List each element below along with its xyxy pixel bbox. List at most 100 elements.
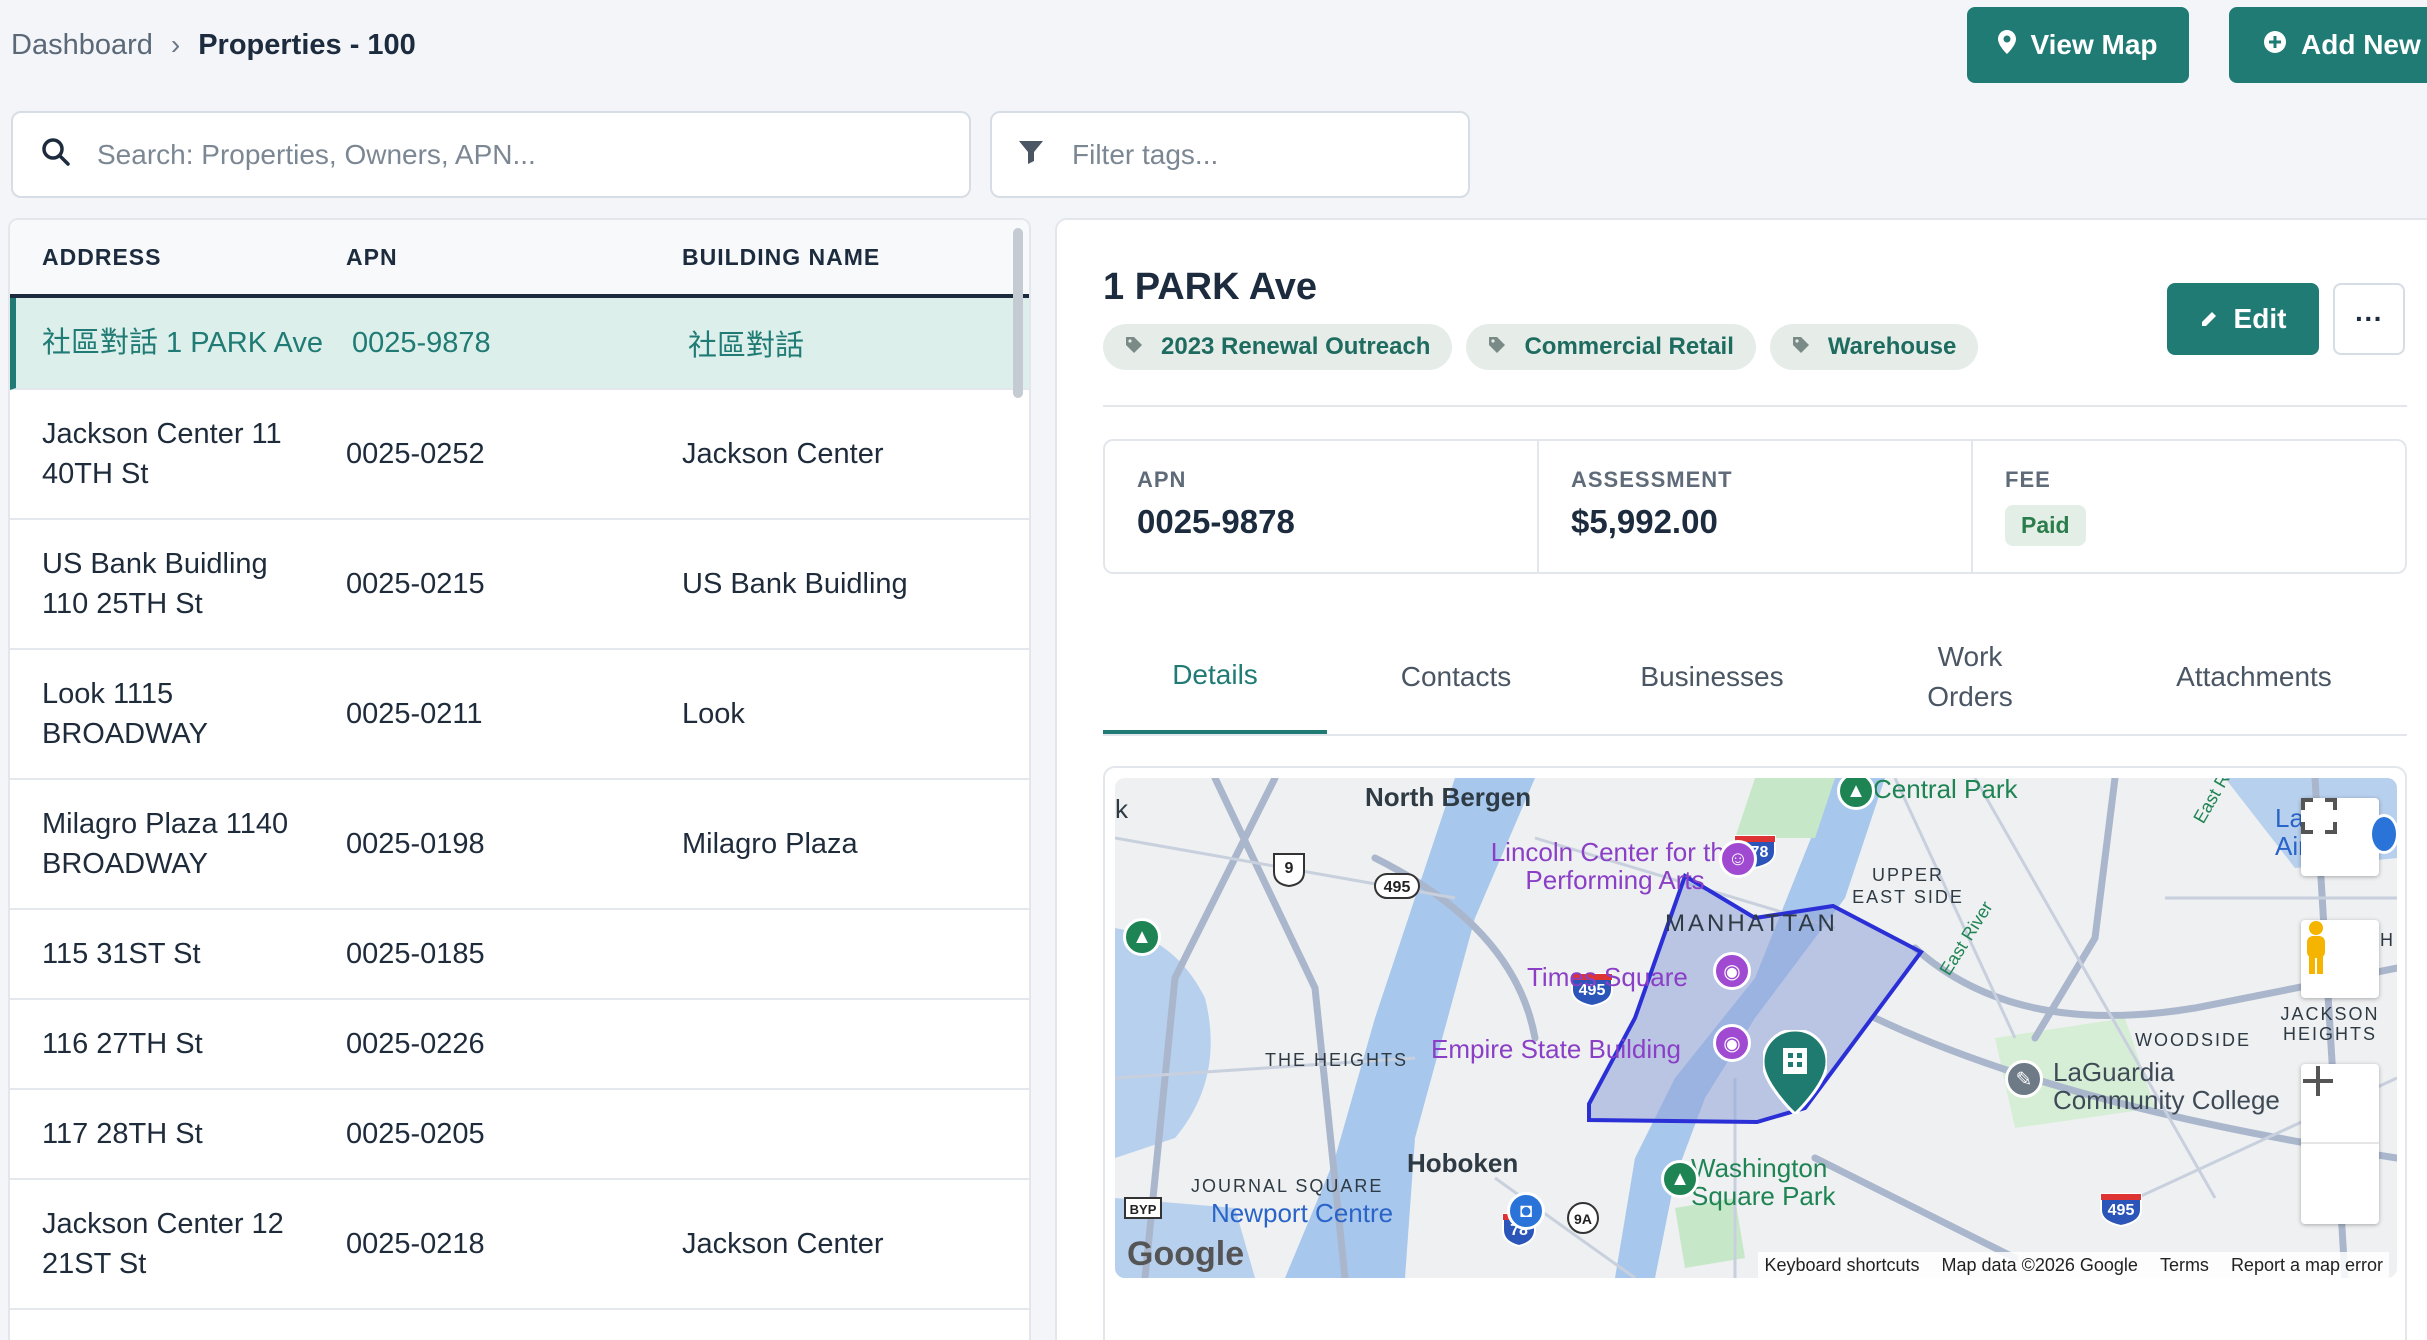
stat-label: APN	[1137, 467, 1187, 492]
tag-chip[interactable]: Commercial Retail	[1466, 324, 1756, 370]
map-label-journal-square: JOURNAL SQUARE	[1191, 1176, 1384, 1196]
shield-label: 495	[2108, 1202, 2135, 1219]
map-label-newport-centre: Newport Centre	[1211, 1198, 1394, 1228]
stat-value: 0025-9878	[1137, 503, 1295, 540]
minus-icon	[2303, 1079, 2333, 1083]
tab-attachments[interactable]: Attachments	[2101, 620, 2407, 734]
cell-address: 115 31ST St	[42, 938, 201, 970]
breadcrumb-dashboard-link[interactable]: Dashboard	[11, 29, 153, 62]
stat-label: ASSESSMENT	[1571, 467, 1733, 492]
add-new-button[interactable]: Add New	[2229, 7, 2427, 83]
keyboard-shortcuts-link[interactable]: Keyboard shortcuts	[1764, 1255, 1919, 1276]
tab-work-orders[interactable]: Work Orders	[1839, 620, 2101, 734]
table-row[interactable]: 115 31ST St 0025-0185	[10, 910, 1029, 1000]
tag-icon	[1488, 333, 1506, 361]
cell-building-name: Look	[682, 697, 745, 730]
stat-label: FEE	[2005, 467, 2051, 492]
map-label-manhattan: MANHATTAN	[1665, 910, 1838, 937]
table-row[interactable]: Look 1115 BROADWAY 0025-0211 Look	[10, 650, 1029, 780]
tab-details[interactable]: Details	[1103, 620, 1327, 734]
divider	[1103, 405, 2407, 407]
cell-address: Jackson Center 11 40TH St	[42, 418, 282, 490]
map-pin-icon	[1998, 29, 2017, 61]
table-scrollbar[interactable]	[1013, 228, 1023, 398]
google-logo: Google	[1127, 1235, 1245, 1273]
table-row[interactable]: Jackson Center 11 40TH St 0025-0252 Jackso…	[10, 390, 1029, 520]
table-header: ADDRESS APN BUILDING NAME	[10, 220, 1029, 298]
breadcrumb-separator: ›	[170, 29, 181, 60]
status-badge: Paid	[2005, 505, 2086, 546]
cell-apn: 0025-0218	[346, 1227, 485, 1260]
detail-tabs: Details Contacts Businesses Work Orders …	[1103, 620, 2407, 736]
camera-marker-icon[interactable]: ◉	[1713, 1024, 1751, 1062]
tag-chip[interactable]: 2023 Renewal Outreach	[1103, 324, 1453, 370]
terms-link[interactable]: Terms	[2160, 1255, 2209, 1276]
column-header-building-name[interactable]: BUILDING NAME	[682, 244, 1029, 271]
property-title: 1 PARK Ave	[1103, 266, 1317, 308]
tag-label: 2023 Renewal Outreach	[1161, 333, 1431, 360]
table-row[interactable]: US Bank Buidling 110 25TH St 0025-0215 US …	[10, 520, 1029, 650]
table-row[interactable]: Jackson Center 12 21ST St 0025-0218 Jackso…	[10, 1180, 1029, 1310]
tab-businesses[interactable]: Businesses	[1585, 620, 1839, 734]
tab-contacts[interactable]: Contacts	[1327, 620, 1585, 734]
street-view-button[interactable]	[2301, 920, 2379, 998]
map-label-the-heights: THE HEIGHTS	[1265, 1050, 1409, 1070]
cell-address: 117 28TH St	[42, 1118, 203, 1150]
cell-apn: 0025-9878	[352, 326, 491, 359]
filter-icon	[1018, 139, 1044, 170]
properties-table: ADDRESS APN BUILDING NAME 社區對話 1 PARK Av…	[8, 218, 1031, 1340]
airport-marker-icon[interactable]	[2369, 814, 2397, 854]
fullscreen-button[interactable]	[2301, 798, 2379, 876]
filter-tags-input[interactable]	[1072, 138, 1452, 171]
search-box	[11, 111, 971, 198]
table-row[interactable]: 116 27TH St 0025-0226	[10, 1000, 1029, 1090]
map-label-woodside: WOODSIDE	[2135, 1030, 2252, 1050]
view-map-button[interactable]: View Map	[1967, 7, 2189, 83]
map-label-empire-state: Empire State Building	[1431, 1034, 1682, 1064]
cell-apn: 0025-0211	[346, 697, 483, 730]
shopping-marker-icon[interactable]: ◘	[1507, 1192, 1545, 1230]
search-input[interactable]	[97, 138, 917, 171]
map-attribution: Keyboard shortcuts Map data ©2026 Google…	[1758, 1252, 2389, 1278]
shield-label: 9A	[1574, 1211, 1592, 1227]
table-row[interactable]: 社區對話 1 PARK Ave 0025-9878 社區對話	[10, 298, 1029, 390]
cell-building-name: Milagro Plaza	[682, 827, 858, 860]
edit-button[interactable]: Edit	[2167, 283, 2319, 355]
cell-building-name: Jackson Center	[682, 437, 884, 470]
cell-address: Look 1115 BROADWAY	[42, 678, 208, 750]
cell-apn: 0025-0215	[346, 567, 485, 600]
theater-marker-icon[interactable]: ☺	[1719, 840, 1757, 878]
column-header-apn[interactable]: APN	[346, 244, 682, 271]
school-marker-icon[interactable]: ✎	[2005, 1060, 2043, 1098]
park-marker-icon[interactable]: ▲	[1661, 1160, 1699, 1198]
map-data-attribution: Map data ©2026 Google	[1941, 1254, 2138, 1275]
column-header-address[interactable]: ADDRESS	[10, 244, 346, 271]
stat-value: $5,992.00	[1571, 503, 1718, 540]
table-row[interactable]: Milagro Plaza 1140 BROADWAY 0025-0198 Mila…	[10, 780, 1029, 910]
breadcrumb: Dashboard › Properties - 100	[11, 24, 416, 66]
zoom-out-button[interactable]	[2301, 1079, 2379, 1224]
cell-address: 116 27TH St	[42, 1028, 203, 1060]
tag-label: Commercial Retail	[1524, 333, 1734, 360]
cell-apn: 0025-0185	[346, 937, 485, 970]
tag-chip[interactable]: Warehouse	[1769, 324, 1979, 370]
property-detail-panel: 1 PARK Ave 2023 Renewal Outreach Commerc…	[1055, 218, 2427, 1340]
cell-address: 社區對話 1 PARK Ave	[42, 327, 323, 359]
report-map-error-link[interactable]: Report a map error	[2231, 1255, 2383, 1276]
map-label-laguardia-college: LaGuardia Community College	[2053, 1057, 2280, 1115]
table-row[interactable]: 117 28TH St 0025-0205	[10, 1090, 1029, 1180]
map-card: 9 495 278 495 78 9A 495 BYP North Bergen…	[1103, 766, 2407, 1340]
map-label-times-square: Times Square	[1527, 962, 1688, 992]
cell-apn: 0025-0205	[346, 1117, 485, 1150]
property-map[interactable]: 9 495 278 495 78 9A 495 BYP North Bergen…	[1115, 778, 2397, 1278]
stat-fee: FEE Paid	[1973, 441, 2405, 572]
camera-marker-icon[interactable]: ◉	[1713, 952, 1751, 990]
cell-apn: 0025-0226	[346, 1027, 485, 1060]
property-stats: APN 0025-9878 ASSESSMENT $5,992.00 FEE P…	[1103, 439, 2407, 574]
table-body: 社區對話 1 PARK Ave 0025-9878 社區對話 Jackson Cent…	[10, 298, 1029, 1310]
map-label-central-park: Central Park	[1873, 778, 2018, 804]
park-marker-icon[interactable]: ▲	[1123, 918, 1161, 956]
more-options-button[interactable]: ···	[2333, 283, 2405, 355]
stat-apn: APN 0025-9878	[1105, 441, 1539, 572]
shield-label: 9	[1285, 860, 1294, 877]
